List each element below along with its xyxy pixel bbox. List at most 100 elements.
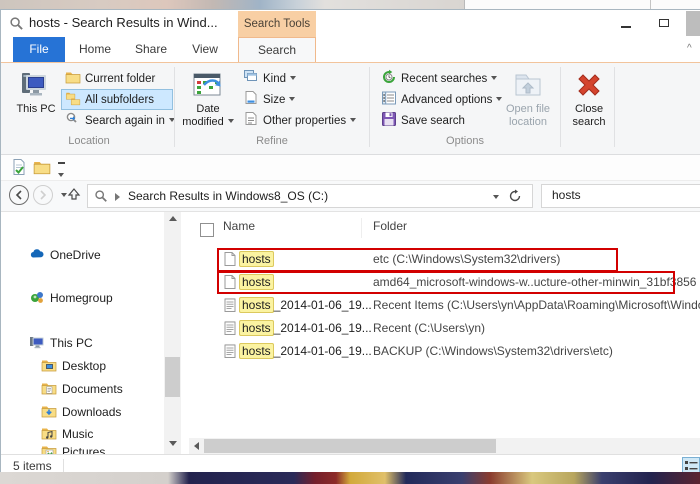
ribbon-other-properties[interactable]: Other properties (239, 110, 365, 131)
scrollbar-thumb[interactable] (204, 439, 496, 453)
label: Size (263, 94, 285, 106)
tab-search[interactable]: Search (238, 37, 316, 62)
new-folder-icon[interactable] (32, 158, 52, 176)
search-input[interactable] (550, 187, 684, 203)
group-label-refine: Refine (178, 135, 366, 147)
file-name-rest: _2014-01-06_19... (274, 344, 372, 358)
file-name[interactable]: hosts (241, 275, 274, 289)
file-folder-path: etc (C:\Windows\System32\drivers) (373, 252, 560, 266)
file-name-rest: _2014-01-06_19... (274, 298, 372, 312)
ribbon-all-subfolders[interactable]: All subfolders (61, 89, 173, 110)
desktop-top-strip (0, 0, 464, 9)
group-separator (614, 67, 615, 147)
file-name[interactable]: hosts_2014-01-06_19... (241, 344, 372, 358)
kind-icon (243, 69, 259, 85)
label: Kind (263, 73, 286, 85)
group-label-options: Options (373, 135, 557, 147)
file-folder-path: Recent (C:\Users\yn) (373, 321, 485, 335)
search-term-highlight: hosts (239, 274, 274, 290)
tab-file[interactable]: File (13, 37, 65, 62)
table-row[interactable]: hosts_2014-01-06_19...BACKUP (C:\Windows… (1, 340, 700, 363)
scroll-left-icon[interactable] (189, 438, 204, 454)
advanced-icon (381, 90, 397, 106)
this-pc-icon (20, 69, 52, 101)
desktop-top-strip-right (464, 0, 700, 9)
tab-share[interactable]: Share (123, 37, 179, 62)
breadcrumb-arrow-icon[interactable] (115, 193, 120, 201)
address-bar[interactable]: Search Results in Windows8_OS (C:) (87, 184, 533, 208)
page-blank-icon (222, 251, 238, 267)
select-all-checkbox[interactable] (200, 223, 214, 237)
file-name[interactable]: hosts (241, 252, 274, 266)
close-button[interactable] (686, 11, 700, 36)
this-pc-button[interactable]: This PC (13, 66, 59, 140)
ribbon-size[interactable]: Size (239, 89, 365, 110)
table-row[interactable]: hosts_2014-01-06_19...Recent (C:\Users\y… (1, 317, 700, 340)
table-row[interactable]: hostsamd64_microsoft-windows-w..ucture-o… (1, 271, 700, 294)
save-icon (381, 111, 397, 127)
forward-button[interactable] (33, 185, 53, 205)
quick-access-toolbar (1, 155, 700, 181)
minimize-button[interactable] (613, 14, 639, 33)
close-search-icon (573, 69, 605, 101)
up-button[interactable] (67, 187, 83, 203)
ribbon-search-again-in[interactable]: Search again in (61, 110, 173, 131)
ribbon-advanced-options[interactable]: Advanced options (377, 89, 495, 110)
search-term-highlight: hosts (239, 297, 274, 313)
open-file-location-icon (512, 69, 544, 101)
column-header-name[interactable]: Name (223, 219, 353, 233)
address-bar-row: Search Results in Windows8_OS (C:) (1, 181, 700, 212)
collapse-ribbon-icon[interactable]: ^ (687, 43, 692, 54)
location-stack: Current folder All subfolders Search again… (61, 68, 173, 131)
file-name[interactable]: hosts_2014-01-06_19... (241, 321, 372, 335)
tab-view[interactable]: View (179, 37, 231, 62)
label: Advanced options (401, 94, 492, 106)
column-header-folder[interactable]: Folder (373, 219, 573, 233)
label: Other properties (263, 115, 346, 127)
refresh-icon[interactable] (508, 187, 528, 205)
close-search-button[interactable]: Close search (566, 66, 612, 140)
page-blank-icon (222, 274, 238, 290)
breadcrumb[interactable]: Search Results in Windows8_OS (C:) (128, 189, 328, 203)
search-term-highlight: hosts (239, 320, 274, 336)
customize-qat-icon[interactable] (55, 159, 67, 184)
table-row[interactable]: hosts etc (C:\Windows\System32\drivers) (1, 248, 700, 271)
tab-home[interactable]: Home (67, 37, 123, 62)
table-row[interactable]: hosts_2014-01-06_19...Recent Items (C:\U… (1, 294, 700, 317)
list-horizontal-scrollbar[interactable] (189, 438, 700, 454)
open-file-location-label: Open file location (506, 103, 550, 128)
sidebar-item-label: Music (62, 427, 93, 441)
search-box[interactable] (541, 184, 700, 208)
status-divider (63, 459, 64, 473)
file-name-rest: _2014-01-06_19... (274, 321, 372, 335)
open-file-location-button[interactable]: Open file location (499, 66, 557, 140)
close-search-label: Close search (572, 103, 605, 128)
back-button[interactable] (9, 185, 29, 205)
label: Search again in (85, 115, 165, 127)
ribbon-kind[interactable]: Kind (239, 68, 365, 89)
file-name[interactable]: hosts_2014-01-06_19... (241, 298, 372, 312)
scroll-up-icon[interactable] (164, 212, 181, 229)
desktop-bottom-strip (0, 472, 700, 484)
title-bar: hosts - Search Results in Wind... Search… (1, 10, 700, 37)
main-area: OneDriveHomegroupThis PCDesktopDocuments… (1, 212, 700, 454)
date-modified-button[interactable]: Date modified (181, 66, 235, 140)
props-icon (243, 111, 259, 127)
ribbon-current-folder[interactable]: Current folder (61, 68, 173, 89)
scrollbar-thumb[interactable] (165, 357, 180, 397)
maximize-button[interactable] (651, 14, 677, 33)
label: Recent searches (401, 73, 487, 85)
window-title: hosts - Search Results in Wind... (29, 15, 218, 30)
scroll-down-icon[interactable] (164, 437, 181, 454)
contextual-tab-search-tools[interactable]: Search Tools (238, 11, 316, 37)
ribbon-save-search[interactable]: Save search (377, 110, 495, 131)
page-text-icon (222, 320, 238, 336)
date-modified-label: Date modified (182, 103, 234, 128)
ribbon-recent-searches[interactable]: Recent searches (377, 68, 495, 89)
properties-icon[interactable] (9, 158, 29, 176)
this-pc-label: This PC (16, 103, 55, 115)
address-dropdown-icon[interactable] (484, 188, 504, 204)
subfolders-icon (65, 90, 81, 106)
file-folder-path: BACKUP (C:\Windows\System32\drivers\etc) (373, 344, 613, 358)
label: All subfolders (85, 94, 154, 106)
